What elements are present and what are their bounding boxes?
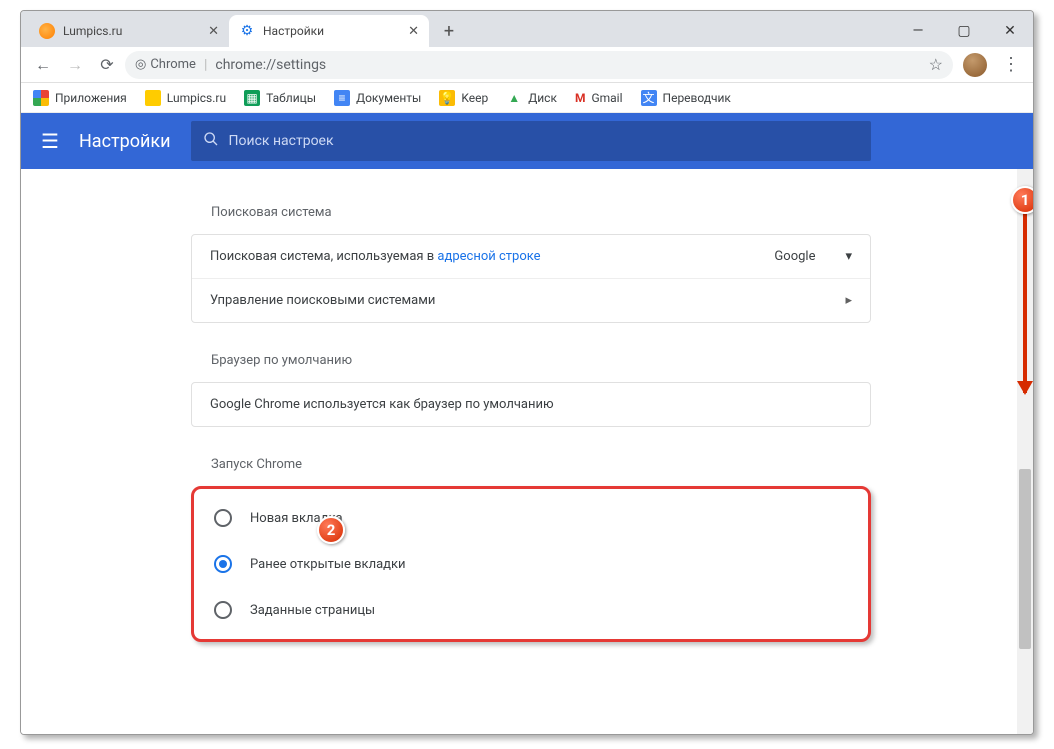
forward-button[interactable]: →: [61, 51, 89, 79]
radio-specific-pages[interactable]: Заданные страницы: [194, 587, 868, 633]
annotation-badge-1: 1: [1011, 186, 1034, 214]
card-search-engine: Поисковая система, используемая в адресн…: [191, 234, 871, 323]
radio-label: Заданные страницы: [250, 603, 375, 618]
divider: |: [204, 57, 207, 73]
chrome-menu-button[interactable]: ⋮: [997, 51, 1025, 79]
settings-search[interactable]: [191, 121, 871, 161]
docs-icon: ≡: [334, 90, 350, 106]
page-title: Настройки: [79, 131, 171, 152]
radio-new-tab[interactable]: Новая вкладка: [194, 495, 868, 541]
radio-icon: [214, 601, 232, 619]
gear-icon: ⚙: [239, 23, 255, 39]
row-label: Google Chrome используется как браузер п…: [210, 397, 554, 412]
section-title-default-browser: Браузер по умолчанию: [211, 353, 1033, 368]
maximize-button[interactable]: ▢: [941, 15, 987, 47]
bookmark-item[interactable]: 文Переводчик: [641, 90, 731, 106]
tab-title: Lumpics.ru: [63, 24, 122, 38]
site-identity-icon: ◎ Chrome: [135, 57, 196, 72]
apps-icon: [33, 90, 49, 106]
address-bar-link[interactable]: адресной строке: [437, 249, 540, 264]
settings-header: ☰ Настройки: [21, 113, 1033, 169]
radio-icon: [214, 509, 232, 527]
sheets-icon: ▦: [244, 90, 260, 106]
chevron-down-icon: ▾: [845, 249, 852, 264]
menu-icon[interactable]: ☰: [41, 129, 59, 153]
annotation-badge-2: 2: [317, 516, 345, 544]
titlebar: Lumpics.ru ✕ ⚙ Настройки ✕ + — ▢ ✕: [21, 11, 1033, 47]
window-controls: — ▢ ✕: [895, 15, 1033, 47]
browser-window: Lumpics.ru ✕ ⚙ Настройки ✕ + — ▢ ✕ ← → ⟳…: [20, 10, 1034, 735]
radio-continue-where-left-off[interactable]: Ранее открытые вкладки: [194, 541, 868, 587]
card-startup: Новая вкладка Ранее открытые вкладки Зад…: [191, 486, 871, 642]
row-manage-search-engines[interactable]: Управление поисковыми системами ▸: [192, 278, 870, 322]
close-icon[interactable]: ✕: [208, 24, 219, 39]
favicon-lumpics-icon: [39, 23, 55, 39]
bookmark-item[interactable]: 💡Keep: [439, 90, 488, 106]
search-icon: [203, 131, 219, 151]
new-tab-button[interactable]: +: [435, 17, 463, 45]
gmail-icon: M: [575, 91, 586, 105]
drive-icon: ▲: [506, 90, 522, 106]
row-label: Управление поисковыми системами: [210, 293, 435, 308]
tab-title: Настройки: [263, 24, 324, 38]
bookmark-item[interactable]: Lumpics.ru: [145, 90, 226, 106]
bookmark-star-icon[interactable]: ☆: [929, 55, 943, 74]
address-bar[interactable]: ◎ Chrome | chrome://settings ☆: [125, 51, 953, 79]
bookmark-item[interactable]: ▦Таблицы: [244, 90, 316, 106]
apps-shortcut[interactable]: Приложения: [33, 90, 127, 106]
section-title-startup: Запуск Chrome: [211, 457, 1033, 472]
search-engine-select[interactable]: Google ▾: [774, 249, 852, 264]
minimize-button[interactable]: —: [895, 15, 941, 47]
tab-settings[interactable]: ⚙ Настройки ✕: [229, 15, 429, 47]
url-text: chrome://settings: [215, 57, 326, 73]
profile-avatar[interactable]: [963, 53, 987, 77]
bookmarks-bar: Приложения Lumpics.ru ▦Таблицы ≡Документ…: [21, 83, 1033, 113]
search-input[interactable]: [229, 133, 859, 149]
tab-lumpics[interactable]: Lumpics.ru ✕: [29, 15, 229, 47]
row-label: Поисковая система, используемая в адресн…: [210, 249, 541, 264]
page-content: ☰ Настройки Поисковая система Поисковая …: [21, 113, 1033, 734]
radio-icon: [214, 555, 232, 573]
reload-button[interactable]: ⟳: [93, 51, 121, 79]
close-icon[interactable]: ✕: [408, 24, 419, 39]
keep-icon: 💡: [439, 90, 455, 106]
annotation-arrow: [1023, 213, 1027, 393]
radio-label: Ранее открытые вкладки: [250, 557, 406, 572]
row-default-browser: Google Chrome используется как браузер п…: [192, 383, 870, 426]
back-button[interactable]: ←: [29, 51, 57, 79]
tabstrip: Lumpics.ru ✕ ⚙ Настройки ✕ +: [21, 11, 469, 47]
bookmark-item[interactable]: ▲Диск: [506, 90, 557, 106]
row-search-engine-used[interactable]: Поисковая система, используемая в адресн…: [192, 235, 870, 278]
card-default-browser: Google Chrome используется как браузер п…: [191, 382, 871, 427]
settings-body: Поисковая система Поисковая система, исп…: [21, 169, 1033, 682]
translate-icon: 文: [641, 90, 657, 106]
folder-icon: [145, 90, 161, 106]
bookmark-item[interactable]: MGmail: [575, 91, 623, 105]
close-window-button[interactable]: ✕: [987, 15, 1033, 47]
bookmark-item[interactable]: ≡Документы: [334, 90, 421, 106]
scrollbar-thumb[interactable]: [1019, 469, 1031, 649]
chevron-right-icon: ▸: [845, 293, 852, 308]
toolbar: ← → ⟳ ◎ Chrome | chrome://settings ☆ ⋮: [21, 47, 1033, 83]
section-title-search-engine: Поисковая система: [211, 205, 1033, 220]
